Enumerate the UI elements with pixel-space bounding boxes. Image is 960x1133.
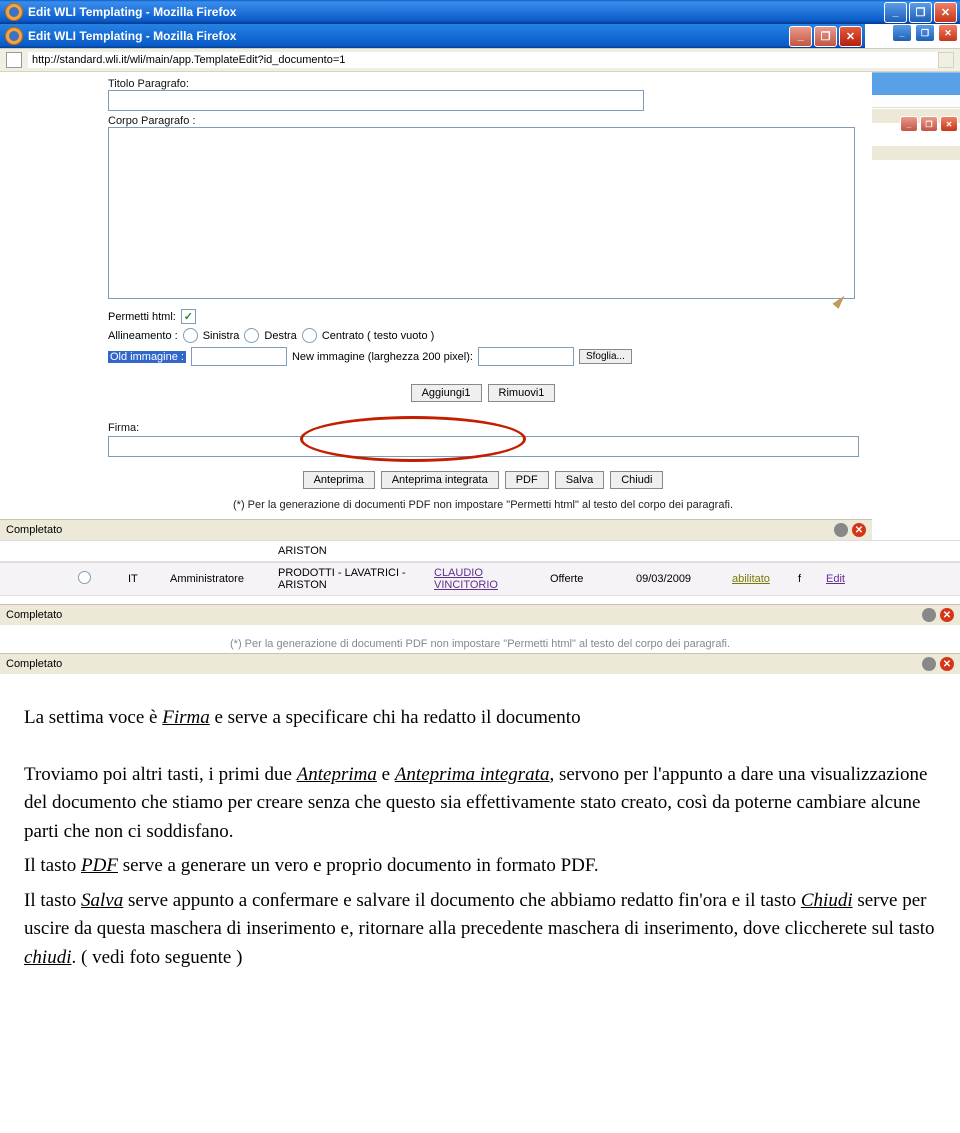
pdf-button[interactable]: PDF <box>505 471 549 489</box>
inner-status-text: Completato <box>6 524 62 536</box>
bug-icon <box>834 523 848 537</box>
outer-window-title: Edit WLI Templating - Mozilla Firefox <box>28 5 236 19</box>
cell-offerte: Offerte <box>542 573 628 585</box>
bg-maximize-button[interactable]: ❐ <box>915 24 935 42</box>
mid-status-text: Completato <box>6 609 62 621</box>
bg2-minimize-button[interactable]: _ <box>900 116 918 132</box>
term-anteprima-integrata: Anteprima integrata <box>395 764 550 785</box>
cell-prod: PRODOTTI - LAVATRICI - ARISTON <box>270 567 426 591</box>
page-icon <box>6 52 22 68</box>
term-chiudi: Chiudi <box>801 890 853 911</box>
firefox-icon <box>5 3 23 21</box>
table-row: ARISTON <box>0 540 960 562</box>
inner-statusbar: Completato ✕ <box>0 519 872 540</box>
permetti-html-label: Permetti html: <box>108 311 176 323</box>
maximize-button[interactable]: ❐ <box>909 2 932 23</box>
firma-input[interactable] <box>108 436 859 457</box>
align-centrato-radio[interactable] <box>302 328 317 343</box>
old-immagine-label: Old immagine : <box>108 351 186 363</box>
table-row: IT Amministratore PRODOTTI - LAVATRICI -… <box>0 562 960 596</box>
bug-icon <box>922 657 936 671</box>
cell-ariston: ARISTON <box>270 545 426 557</box>
old-immagine-input[interactable] <box>191 347 287 366</box>
inner-maximize-button[interactable]: ❐ <box>814 26 837 47</box>
row-radio[interactable] <box>78 571 91 584</box>
corpo-textarea[interactable] <box>108 127 855 299</box>
adblock-icon[interactable]: ✕ <box>940 608 954 622</box>
titolo-input[interactable] <box>108 90 644 111</box>
cell-person-link[interactable]: CLAUDIO VINCITORIO <box>426 567 542 591</box>
bg-minimize-button[interactable]: _ <box>892 24 912 42</box>
firma-label: Firma: <box>108 422 858 434</box>
adblock-icon[interactable]: ✕ <box>940 657 954 671</box>
minimize-button[interactable]: _ <box>884 2 907 23</box>
term-pdf: PDF <box>81 855 118 876</box>
anteprima-button[interactable]: Anteprima <box>303 471 375 489</box>
align-destra-radio[interactable] <box>244 328 259 343</box>
term-firma: Firma <box>162 707 210 728</box>
bg2-close-button[interactable]: ✕ <box>940 116 958 132</box>
bg2-maximize-button[interactable]: ❐ <box>920 116 938 132</box>
outer-statusbar: Completato ✕ <box>0 653 960 674</box>
align-centrato-label: Centrato ( testo vuoto ) <box>322 330 435 342</box>
bg-toolbar-stub <box>872 72 960 95</box>
article-body: La settima voce è Firma e serve a specif… <box>0 674 960 1002</box>
url-input[interactable] <box>28 52 938 68</box>
term-chiudi-2: chiudi <box>24 947 72 968</box>
titolo-label: Titolo Paragrafo: <box>108 78 858 90</box>
lock-icon <box>938 52 954 68</box>
corpo-label: Corpo Paragrafo : <box>108 115 858 127</box>
term-anteprima: Anteprima <box>297 764 377 785</box>
bg2-menubar-stub <box>872 145 960 160</box>
bg-footer-note: (*) Per la generazione di documenti PDF … <box>0 635 960 653</box>
close-button[interactable]: ✕ <box>934 2 957 23</box>
cell-f: f <box>790 573 818 585</box>
inner-window-title: Edit WLI Templating - Mozilla Firefox <box>28 29 236 43</box>
outer-window-titlebar: Edit WLI Templating - Mozilla Firefox _ … <box>0 0 960 24</box>
cell-lang: IT <box>120 573 162 585</box>
rimuovi-button[interactable]: Rimuovi1 <box>488 384 556 402</box>
sfoglia-button[interactable]: Sfoglia... <box>579 349 632 364</box>
chiudi-button[interactable]: Chiudi <box>610 471 663 489</box>
align-sinistra-radio[interactable] <box>183 328 198 343</box>
cell-edit-link[interactable]: Edit <box>818 573 874 585</box>
cell-date: 09/03/2009 <box>628 573 724 585</box>
outer-status-text: Completato <box>6 658 62 670</box>
cell-state-link[interactable]: abilitato <box>724 573 790 585</box>
cell-role: Amministratore <box>162 573 270 585</box>
mid-statusbar: Completato ✕ <box>0 604 960 625</box>
bg-close-button[interactable]: ✕ <box>938 24 958 42</box>
edit-pencil-icon <box>832 293 847 309</box>
address-bar <box>0 49 960 72</box>
align-sinistra-label: Sinistra <box>203 330 240 342</box>
inner-window-titlebar: Edit WLI Templating - Mozilla Firefox _ … <box>0 24 865 48</box>
anteprima-integrata-button[interactable]: Anteprima integrata <box>381 471 499 489</box>
new-immagine-input[interactable] <box>478 347 574 366</box>
aggiungi-button[interactable]: Aggiungi1 <box>411 384 482 402</box>
firefox-icon <box>5 27 23 45</box>
align-destra-label: Destra <box>264 330 296 342</box>
bug-icon <box>922 608 936 622</box>
adblock-icon[interactable]: ✕ <box>852 523 866 537</box>
salva-button[interactable]: Salva <box>555 471 605 489</box>
bg-menubar-stub <box>872 95 960 108</box>
pdf-note-text: (*) Per la generazione di documenti PDF … <box>108 499 858 511</box>
term-salva: Salva <box>81 890 123 911</box>
inner-close-button[interactable]: ✕ <box>839 26 862 47</box>
permetti-html-checkbox[interactable]: ✓ <box>181 309 196 324</box>
new-immagine-label: New immagine (larghezza 200 pixel): <box>292 351 473 363</box>
inner-minimize-button[interactable]: _ <box>789 26 812 47</box>
allineamento-label: Allineamento : <box>108 330 178 342</box>
